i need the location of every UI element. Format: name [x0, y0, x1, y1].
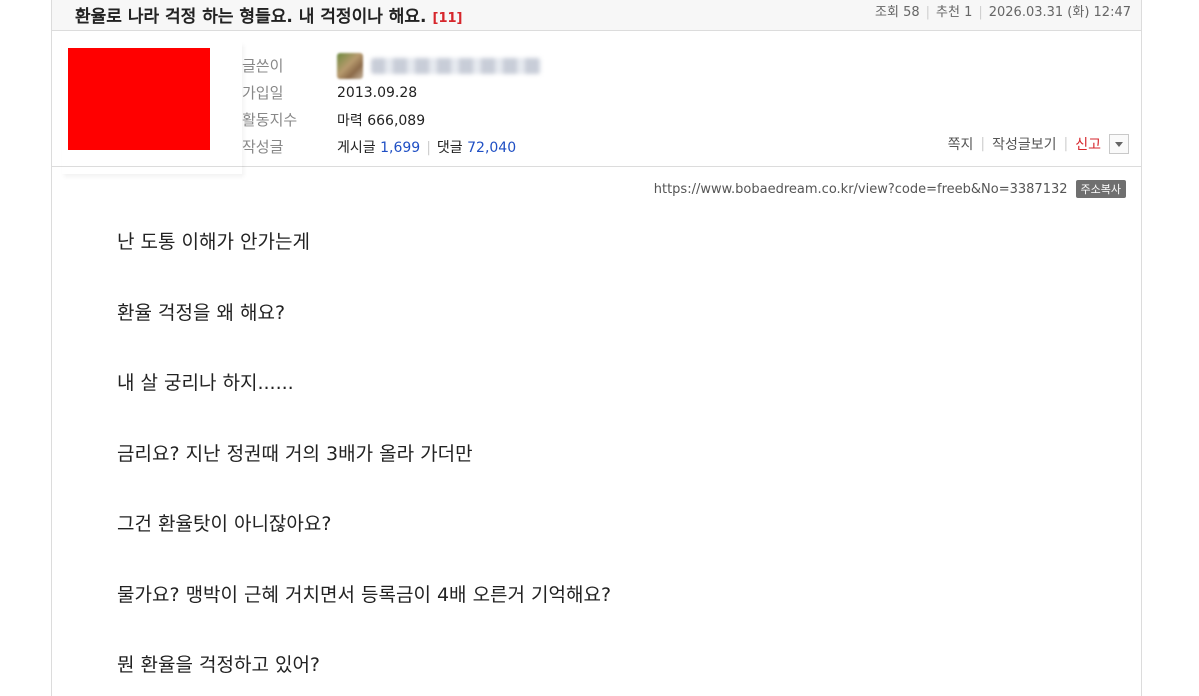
report-button[interactable]: 신고	[1075, 134, 1101, 154]
joined-label: 가입일	[242, 84, 284, 102]
comments-count-label: 댓글	[436, 139, 463, 156]
profile-image[interactable]	[68, 48, 210, 150]
post-datetime: 2026.03.31 (화) 12:47	[988, 5, 1131, 20]
post-header: 환율로 나라 걱정 하는 형들요. 내 걱정이나 해요. [11] 조회 58 | 추…	[52, 0, 1141, 31]
post-title: 환율로 나라 걱정 하는 형들요. 내 걱정이나 해요. [11]	[75, 2, 463, 27]
author-details: 글쓴이 가입일 2013.09.28 활동지수 마력 666,089 작성글 게	[242, 52, 541, 160]
activity-value: 마력 666,089	[337, 110, 425, 130]
profile-frame	[62, 42, 242, 174]
activity-label: 활동지수	[242, 111, 298, 129]
recommend-count: 1	[964, 5, 973, 20]
body-paragraph: 뭔 환율을 걱정하고 있어?	[117, 654, 321, 676]
body-paragraph: 난 도통 이해가 안가는게	[117, 231, 310, 253]
recommend-label: 추천	[936, 5, 960, 20]
body-paragraph: 물가요? 맹박이 근혜 거치면서 등록금이 4배 오른거 기억해요?	[117, 583, 612, 606]
author-avatar[interactable]	[337, 52, 363, 79]
posts-label: 작성글	[242, 138, 284, 156]
post-url-row: https://www.bobaedream.co.kr/view?code=f…	[654, 180, 1126, 198]
comment-count-badge[interactable]: [11]	[433, 11, 463, 26]
action-divider: |	[1063, 136, 1069, 152]
body-paragraph: 내 살 궁리나 하지......	[117, 372, 294, 394]
body-paragraph: 그건 환율탓이 아니잖아요?	[117, 513, 332, 535]
post-meta: 조회 58 | 추천 1 | 2026.03.31 (화) 12:47	[875, 1, 1131, 20]
posts-count-link[interactable]: 1,699	[380, 140, 420, 156]
meta-divider: |	[978, 5, 983, 20]
activity-unit-label: 마력	[337, 112, 363, 129]
posts-divider: |	[426, 139, 431, 156]
author-nickname-blurred[interactable]	[371, 57, 541, 74]
post-url[interactable]: https://www.bobaedream.co.kr/view?code=f…	[654, 182, 1068, 197]
writer-label: 글쓴이	[242, 57, 284, 75]
posts-row: 작성글 게시글 1,699 | 댓글 72,040	[242, 133, 541, 160]
author-actions: 쪽지 | 작성글보기 | 신고	[948, 134, 1129, 154]
writer-row: 글쓴이	[242, 52, 541, 79]
post-body: 난 도통 이해가 안가는게 환율 걱정을 왜 해요? 내 살 궁리나 하지...…	[117, 228, 611, 696]
comments-count-link[interactable]: 72,040	[467, 140, 516, 156]
posts-count-label: 게시글	[337, 139, 376, 156]
activity-row: 활동지수 마력 666,089	[242, 106, 541, 133]
copy-url-button[interactable]: 주소복사	[1075, 180, 1126, 198]
message-button[interactable]: 쪽지	[948, 134, 974, 154]
post-title-text: 환율로 나라 걱정 하는 형들요. 내 걱정이나 해요.	[75, 7, 427, 27]
writer-value[interactable]	[337, 52, 541, 79]
body-paragraph: 환율 걱정을 왜 해요?	[117, 301, 286, 324]
body-paragraph: 금리요? 지난 정권때 거의 3배가 올라 가더만	[117, 442, 473, 465]
activity-number: 666,089	[367, 112, 426, 129]
author-info-box: 글쓴이 가입일 2013.09.28 활동지수 마력 666,089 작성글 게	[52, 32, 1141, 167]
post-container: 환율로 나라 걱정 하는 형들요. 내 걱정이나 해요. [11] 조회 58 | 추…	[51, 0, 1142, 696]
joined-value: 2013.09.28	[337, 84, 418, 101]
view-posts-button[interactable]: 작성글보기	[992, 134, 1056, 154]
views-label: 조회	[875, 5, 899, 20]
meta-divider: |	[925, 5, 930, 20]
posts-value: 게시글 1,699 | 댓글 72,040	[337, 137, 516, 157]
action-divider: |	[980, 136, 986, 152]
joined-row: 가입일 2013.09.28	[242, 79, 541, 106]
views-count: 58	[903, 5, 920, 20]
chevron-down-icon[interactable]	[1109, 134, 1129, 154]
